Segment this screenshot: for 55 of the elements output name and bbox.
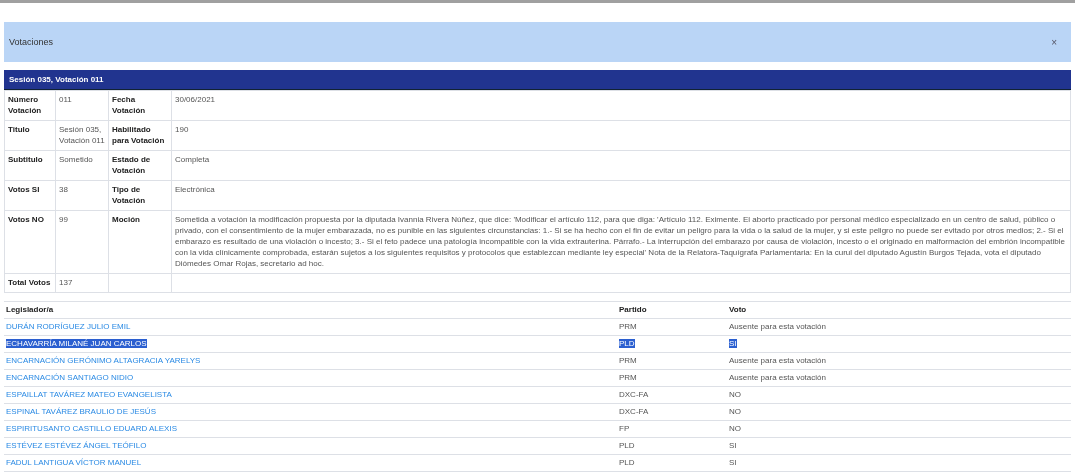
vote-text: NO xyxy=(729,424,741,433)
legislator-link[interactable]: DURÁN RODRÍGUEZ JULIO EMIL xyxy=(6,322,131,331)
field-label: Moción xyxy=(108,210,172,274)
field-value: Sesión 035, Votación 011 xyxy=(55,120,109,151)
party-text: PLD xyxy=(619,339,635,348)
field-value: Sometida a votación la modificación propuesta por la diputada Ivannia Rivera Núñez, que dice: 'Modificar el artículo 112, para que diga: 'Artículo 112. Eximente. El aborto practicado por personal médico especializado en un centro de salud, público o privado, con el consentimiento de la mujer embarazada, no es punible en las siguientes circunstancias: 1.- Si se ha hecho con el fin de evitar un peligro para la vida o la salud de la mujer, y si este peligro no puede ser evitado por otros medios; 2.- Si el embarazo es resultado de una violación o incesto; 3.- Si el feto padece una patología incompatible con la vida extrauterina. Párrafo.- La interrupción del embarazo por causa de violación, incesto o el originado en malformación del embrión incompatible con la vida clínicamente comprobada, estarán sujetos a los siguientes requisitos y protocolos que establezcan mediante ley especial' Nota de la Relatora-Taquígrafa Parlamentaria: En la curul del diputado Agustín Burgos Tejada, vota el diputado Diómedes Omar Rojas, secretario ad hoc. xyxy=(171,210,1071,274)
legislator-link[interactable]: ENCARNACIÓN GERÓNIMO ALTAGRACIA YARELYS xyxy=(6,356,201,365)
legislator-link[interactable]: FADUL LANTIGUA VÍCTOR MANUEL xyxy=(6,458,142,467)
party-text: PRM xyxy=(619,373,637,382)
close-button[interactable]: × xyxy=(1051,36,1057,48)
field-value: 30/06/2021 xyxy=(171,90,1071,121)
party-text: PLD xyxy=(619,441,635,450)
legislator-link[interactable]: ENCARNACIÓN SANTIAGO NIDIO xyxy=(6,373,134,382)
vote-text: SI xyxy=(729,441,737,450)
vote-text: SI xyxy=(729,458,737,467)
field-label: Tipo de Votación xyxy=(108,180,172,211)
column-header: Partido xyxy=(617,301,727,319)
vote-text: NO xyxy=(729,407,741,416)
field-value: 99 xyxy=(55,210,109,274)
legislator-link[interactable]: ECHAVARRÍA MILANÉ JUAN CARLOS xyxy=(6,339,147,348)
column-header: Legislador/a xyxy=(4,301,617,319)
party-text: DXC-FA xyxy=(619,407,649,416)
legislator-link[interactable]: ESPINAL TAVÁREZ BRAULIO DE JESÚS xyxy=(6,407,156,416)
field-label: Número Votación xyxy=(4,90,56,121)
field-value: 38 xyxy=(55,180,109,211)
field-value: 190 xyxy=(171,120,1071,151)
field-label: Estado de Votación xyxy=(108,150,172,181)
vote-text: NO xyxy=(729,390,741,399)
field-label: Titulo xyxy=(4,120,56,151)
section-heading: Sesión 035, Votación 011 xyxy=(4,70,1071,90)
party-text: PRM xyxy=(619,356,637,365)
field-value: Completa xyxy=(171,150,1071,181)
field-label: Fecha Votación xyxy=(108,90,172,121)
field-value: 011 xyxy=(55,90,109,121)
field-value: Electrónica xyxy=(171,180,1071,211)
field-label: Habilitado para Votación xyxy=(108,120,172,151)
vote-text: SI xyxy=(729,339,737,348)
party-text: PRM xyxy=(619,322,637,331)
column-header: Voto xyxy=(727,301,1071,319)
vote-text: Ausente para esta votación xyxy=(729,322,826,331)
field-label: Subtitulo xyxy=(4,150,56,181)
dialog-title: Votaciones xyxy=(9,37,54,47)
party-text: DXC-FA xyxy=(619,390,649,399)
legislator-link[interactable]: ESTÉVEZ ESTÉVEZ ÁNGEL TEÓFILO xyxy=(6,441,147,450)
field-label: Votos SI xyxy=(4,180,56,211)
legislator-link[interactable]: ESPAILLAT TAVÁREZ MATEO EVANGELISTA xyxy=(6,390,172,399)
field-value: 137 xyxy=(55,273,109,293)
vote-text: Ausente para esta votación xyxy=(729,356,826,365)
legislator-link[interactable]: ESPIRITUSANTO CASTILLO EDUARD ALEXIS xyxy=(6,424,177,433)
party-text: PLD xyxy=(619,458,635,467)
vote-text: Ausente para esta votación xyxy=(729,373,826,382)
field-label: Total Votos xyxy=(4,273,56,293)
field-label: Votos NO xyxy=(4,210,56,274)
party-text: FP xyxy=(619,424,630,433)
field-value: Sometido xyxy=(55,150,109,181)
